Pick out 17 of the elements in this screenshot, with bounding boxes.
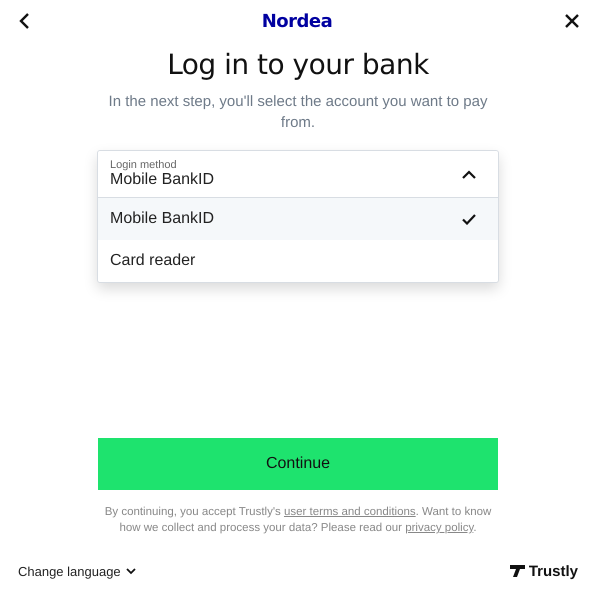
change-language-button[interactable]: Change language (18, 564, 136, 578)
page-title: Log in to your bank (167, 48, 429, 81)
caret-icon (462, 170, 476, 178)
dropdown-option[interactable]: Mobile BankID (98, 198, 498, 240)
legal-link[interactable]: user terms and conditions (284, 506, 416, 518)
legal-notice: By continuing, you accept Trustly's user terms and conditions. Want to know how we collect and process your data? Please read our privacy policy. (104, 505, 492, 536)
back-icon (18, 12, 30, 30)
brand-name: Trustly (528, 562, 578, 580)
check-icon (462, 214, 476, 224)
dropdown-option[interactable]: Card reader (98, 240, 498, 282)
legal-link[interactable]: privacy policy (405, 522, 474, 534)
close-icon (564, 13, 580, 29)
subtitle: In the next step, you'll select the account you want to pay from. (108, 92, 488, 133)
bank-logo: Nordea (262, 10, 332, 32)
continue-button[interactable]: Continue (98, 438, 498, 490)
chevron-down-icon (126, 568, 136, 574)
brand-mark-icon (510, 565, 525, 577)
